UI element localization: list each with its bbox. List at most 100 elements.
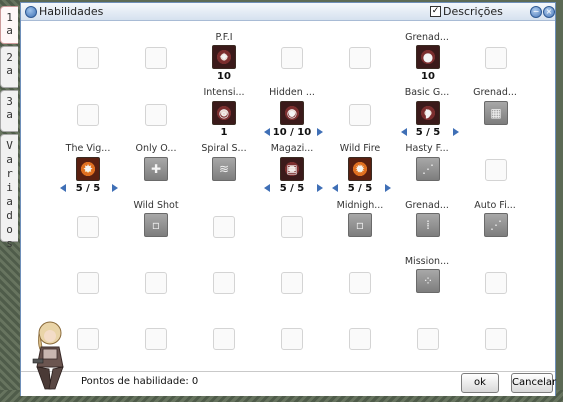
empty-slot bbox=[213, 272, 235, 294]
skill-name-wild-shot: Wild Shot bbox=[133, 200, 179, 211]
grenade-skill-icon[interactable]: ● bbox=[416, 45, 440, 69]
tab-2a-label: 2a bbox=[3, 51, 16, 77]
grenade-locked-icon[interactable]: ⁞ bbox=[416, 213, 440, 237]
skill-level-wild-fire: 5 / 5 bbox=[347, 183, 373, 194]
magazi-increase-arrow-icon[interactable] bbox=[317, 184, 323, 192]
empty-slot bbox=[485, 272, 507, 294]
hidden-glyph-icon: ◉ bbox=[286, 106, 298, 120]
basic-grenade-skill-icon[interactable]: ◗ bbox=[416, 101, 440, 125]
vigilante-glyph-icon: ✸ bbox=[82, 162, 94, 176]
descriptions-checkbox[interactable]: ✓ bbox=[430, 6, 441, 17]
tab-3a[interactable]: 3a bbox=[0, 90, 18, 132]
wild-shot-locked-icon[interactable]: ▫ bbox=[144, 213, 168, 237]
midnight-locked-icon[interactable]: ▫ bbox=[348, 213, 372, 237]
mission-locked-icon[interactable]: ⁘ bbox=[416, 269, 440, 293]
pfi-glyph-icon: ✦ bbox=[218, 50, 230, 64]
tab-1a[interactable]: 1a bbox=[0, 6, 18, 44]
ok-button[interactable]: ok bbox=[461, 373, 499, 393]
basic-grenade-glyph-icon: ◗ bbox=[424, 106, 432, 120]
basic-g-increase-arrow-icon[interactable] bbox=[453, 128, 459, 136]
auto-fire-locked-icon[interactable]: ⋰ bbox=[484, 213, 508, 237]
skill-name-hasty-f: Hasty F... bbox=[405, 143, 449, 154]
empty-slot bbox=[145, 104, 167, 126]
vigilante-skill-icon[interactable]: ✸ bbox=[76, 157, 100, 181]
magazine-skill-icon[interactable]: ▤ bbox=[280, 157, 304, 181]
tab-3a-label: 3a bbox=[3, 95, 16, 121]
cancel-button[interactable]: Cancelar bbox=[511, 373, 556, 393]
skills-window: Habilidades ✓ Descrições − × P.F.I ✦ 10 … bbox=[20, 2, 556, 396]
the-vig-increase-arrow-icon[interactable] bbox=[112, 184, 118, 192]
skill-name-grenad-r2: Grenad... bbox=[473, 87, 517, 98]
empty-slot bbox=[77, 216, 99, 238]
only-one-glyph-icon: ✚ bbox=[150, 162, 162, 176]
pfi-skill-icon[interactable]: ✦ bbox=[212, 45, 236, 69]
empty-slot bbox=[281, 328, 303, 350]
auto-fire-glyph-icon: ⋰ bbox=[490, 218, 502, 232]
grenade-glyph-icon: ● bbox=[422, 50, 434, 64]
empty-slot bbox=[281, 272, 303, 294]
skill-name-auto-fi: Auto Fi... bbox=[474, 200, 516, 211]
midnight-glyph-icon: ▫ bbox=[355, 218, 365, 232]
grenade-r4-glyph-icon: ⁞ bbox=[426, 218, 430, 232]
hasty-fire-glyph-icon: ⋰ bbox=[422, 162, 434, 176]
tab-2a[interactable]: 2a bbox=[0, 46, 18, 88]
tab-variados-label: Variados bbox=[3, 139, 16, 251]
spiral-shot-locked-icon[interactable]: ≋ bbox=[212, 157, 236, 181]
tab-1a-label: 1a bbox=[3, 11, 16, 37]
grenade-locked-icon[interactable]: ▦ bbox=[484, 101, 508, 125]
empty-slot bbox=[417, 328, 439, 350]
empty-slot bbox=[77, 47, 99, 69]
empty-slot bbox=[145, 272, 167, 294]
grenade-locked-glyph-icon: ▦ bbox=[490, 106, 502, 120]
mission-glyph-icon: ⁘ bbox=[422, 274, 434, 288]
skill-level-intensi: 1 bbox=[220, 127, 228, 138]
hidden-increase-arrow-icon[interactable] bbox=[317, 128, 323, 136]
empty-slot bbox=[145, 328, 167, 350]
wild-fire-glyph-icon: ✹ bbox=[354, 162, 366, 176]
empty-slot bbox=[349, 47, 371, 69]
character-sprite-icon bbox=[32, 321, 64, 390]
empty-slot bbox=[485, 159, 507, 181]
window-title: Habilidades bbox=[39, 5, 104, 18]
descriptions-label: Descrições bbox=[443, 5, 503, 18]
skill-name-grenad-top: Grenad... bbox=[405, 32, 449, 43]
skill-level-pfi: 10 bbox=[217, 71, 231, 82]
empty-slot bbox=[77, 328, 99, 350]
skill-name-hidden: Hidden ... bbox=[269, 87, 315, 98]
hasty-fire-locked-icon[interactable]: ⋰ bbox=[416, 157, 440, 181]
empty-slot bbox=[281, 216, 303, 238]
window-menu-icon[interactable] bbox=[25, 6, 37, 18]
only-one-locked-icon[interactable]: ✚ bbox=[144, 157, 168, 181]
empty-slot bbox=[485, 328, 507, 350]
intensify-glyph-icon: ◎ bbox=[218, 106, 230, 120]
intensify-skill-icon[interactable]: ◎ bbox=[212, 101, 236, 125]
skill-level-grenad-top: 10 bbox=[421, 71, 435, 82]
skill-points-label: Pontos de habilidade: 0 bbox=[81, 376, 199, 387]
empty-slot bbox=[349, 272, 371, 294]
skill-name-pfi: P.F.I bbox=[215, 32, 233, 43]
spiral-shot-glyph-icon: ≋ bbox=[218, 162, 230, 176]
tab-variados[interactable]: Variados bbox=[0, 134, 18, 251]
empty-slot bbox=[213, 328, 235, 350]
wild-fire-increase-arrow-icon[interactable] bbox=[385, 184, 391, 192]
close-icon[interactable]: × bbox=[543, 6, 555, 18]
empty-slot bbox=[77, 272, 99, 294]
hidden-skill-icon[interactable]: ◉ bbox=[280, 101, 304, 125]
wild-shot-glyph-icon: ▫ bbox=[151, 218, 161, 232]
empty-slot bbox=[281, 47, 303, 69]
minimize-icon[interactable]: − bbox=[530, 6, 542, 18]
empty-slot bbox=[349, 104, 371, 126]
empty-slot bbox=[349, 328, 371, 350]
skill-level-magazi: 5 / 5 bbox=[279, 183, 305, 194]
title-bar[interactable]: Habilidades ✓ Descrições − × bbox=[21, 3, 555, 21]
empty-slot bbox=[145, 47, 167, 69]
wild-fire-skill-icon[interactable]: ✹ bbox=[348, 157, 372, 181]
empty-slot bbox=[77, 104, 99, 126]
empty-slot bbox=[485, 47, 507, 69]
magazine-glyph-icon: ▤ bbox=[286, 162, 298, 176]
skill-name-mission: Mission... bbox=[404, 256, 450, 267]
skill-level-the-vig: 5 / 5 bbox=[75, 183, 101, 194]
skill-level-hidden: 10 / 10 bbox=[272, 127, 312, 138]
skill-level-basic-g: 5 / 5 bbox=[415, 127, 441, 138]
empty-slot bbox=[213, 216, 235, 238]
